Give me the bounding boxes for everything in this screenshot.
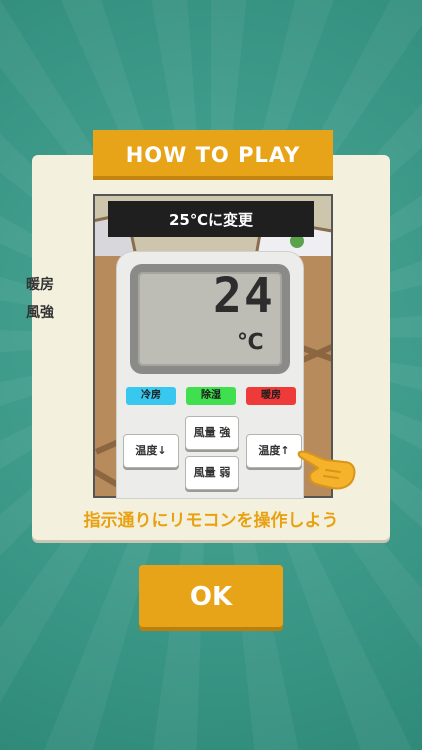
fan-indicator: 風強 bbox=[26, 305, 54, 321]
pointing-hand-icon bbox=[297, 450, 356, 490]
temp-down-button[interactable]: 温度↓ bbox=[123, 434, 179, 468]
cool-mode-button[interactable]: 冷房 bbox=[126, 387, 176, 405]
fan-weak-button[interactable]: 風量 弱 bbox=[185, 456, 239, 490]
fan-strong-button[interactable]: 風量 強 bbox=[185, 416, 239, 450]
instruction-label: 25℃に変更 bbox=[108, 201, 314, 237]
ok-button[interactable]: OK bbox=[139, 565, 283, 627]
temperature-readout: 24 bbox=[213, 268, 275, 324]
dry-mode-button[interactable]: 除湿 bbox=[186, 387, 236, 405]
how-to-play-banner: HOW TO PLAY bbox=[93, 130, 333, 176]
instruction-caption: 指示通りにリモコンを操作しよう bbox=[83, 511, 339, 531]
heat-mode-button[interactable]: 暖房 bbox=[246, 387, 296, 405]
temp-up-button[interactable]: 温度↑ bbox=[246, 434, 302, 468]
mode-indicator: 暖房 bbox=[26, 277, 54, 293]
temperature-unit: ℃ bbox=[237, 330, 264, 355]
